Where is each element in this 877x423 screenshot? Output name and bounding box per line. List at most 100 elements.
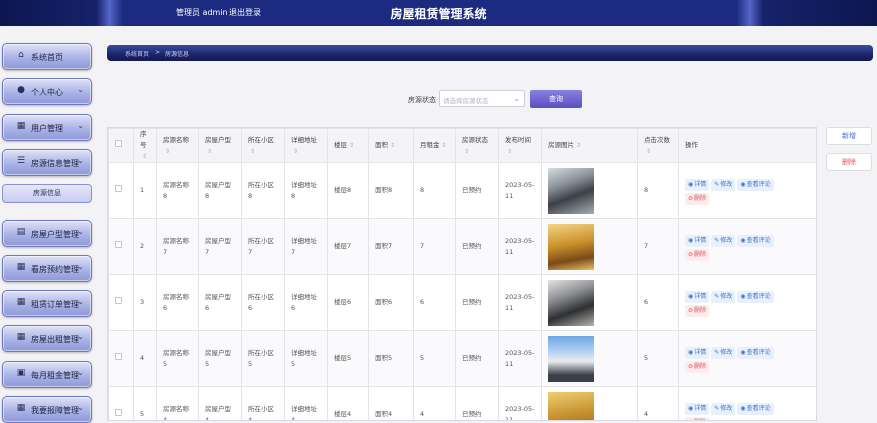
delete-button[interactable]: ⊘删除: [685, 416, 710, 420]
query-button[interactable]: 查询: [530, 90, 582, 108]
column-header-address[interactable]: 详细地址 ⇕: [284, 128, 328, 163]
sidebar-item[interactable]: ▦ 我要报障管理 ⌄: [2, 396, 92, 423]
sidebar-item[interactable]: ▣ 每月租金管理 ⌄: [2, 361, 92, 388]
status-filter-placeholder: 请选择房源状态: [443, 97, 489, 105]
column-header-published[interactable]: 发布时间 ⇕: [498, 128, 542, 163]
edit-button[interactable]: ✎修改: [711, 290, 736, 303]
delete-button[interactable]: ⊘删除: [685, 192, 710, 205]
column-header-area[interactable]: 面积 ⇕: [368, 128, 414, 163]
column-header-floor[interactable]: 楼层 ⇕: [327, 128, 369, 163]
calendar-icon: ▣: [16, 368, 26, 378]
sidebar-item-label: 租赁订单管理: [31, 300, 79, 309]
chevron-down-icon: ⌄: [77, 121, 84, 130]
sort-icon[interactable]: ⇕: [142, 153, 147, 160]
cell-actions: ◉详情✎修改◉查看评论 ⊘删除: [678, 162, 816, 219]
column-header-status[interactable]: 房源状态 ⇕: [455, 128, 499, 163]
edit-button[interactable]: ✎修改: [711, 178, 736, 191]
sidebar-item[interactable]: ▤ 房屋户型管理 ⌄: [2, 220, 92, 247]
view-reviews-button[interactable]: ◉查看评论: [737, 234, 774, 247]
eye-icon: ◉: [688, 180, 694, 188]
sort-icon[interactable]: ⇕: [576, 142, 581, 149]
column-header-photo[interactable]: 房源图片 ⇕: [541, 128, 638, 163]
sidebar-item[interactable]: ▦ 用户管理 ⌄: [2, 114, 92, 141]
table-row: 3 房源名称6 房屋户型6 所在小区6 详细地址6 楼层6 面积6 6 已预约 2023-05-1…: [108, 274, 816, 331]
sort-icon[interactable]: ⇕: [165, 148, 170, 155]
detail-button-label: 详情: [694, 404, 707, 412]
select-all-checkbox[interactable]: [115, 140, 122, 147]
edit-button[interactable]: ✎修改: [711, 234, 736, 247]
cell-status: 已预约: [455, 162, 499, 219]
cell-community: 所在小区8: [241, 162, 285, 219]
sort-icon[interactable]: ⇕: [250, 148, 255, 155]
detail-button[interactable]: ◉详情: [685, 290, 710, 303]
sidebar-item[interactable]: ▦ 房屋出租管理 ⌄: [2, 325, 92, 352]
add-button[interactable]: 新增: [826, 127, 872, 145]
column-header-label: 房源状态: [462, 135, 488, 144]
row-checkbox[interactable]: [115, 409, 122, 416]
sort-icon[interactable]: ⇕: [349, 142, 354, 149]
sidebar-subitem[interactable]: 房源信息: [2, 184, 92, 203]
listing-photo[interactable]: [548, 391, 594, 420]
row-checkbox[interactable]: [115, 185, 122, 192]
edit-button[interactable]: ✎修改: [711, 402, 736, 415]
column-header-community[interactable]: 所在小区 ⇕: [241, 128, 285, 163]
delete-button[interactable]: ⊘删除: [685, 248, 710, 261]
cell-clicks: 7: [637, 218, 679, 275]
row-checkbox[interactable]: [115, 297, 122, 304]
sidebar-item[interactable]: ⌂ 系统首页: [2, 43, 92, 70]
sort-icon[interactable]: ⇕: [293, 148, 298, 155]
sort-icon[interactable]: ⇕: [464, 148, 469, 155]
top-bar: 管理员 admin 退出登录 房屋租赁管理系统: [0, 0, 877, 26]
cell-status: 已预约: [455, 274, 499, 331]
delete-icon: ⊘: [688, 250, 694, 258]
row-checkbox[interactable]: [115, 241, 122, 248]
cell-layout: 房屋户型4: [198, 386, 242, 420]
sort-icon[interactable]: ⇕: [646, 148, 651, 155]
listing-photo[interactable]: [548, 223, 594, 270]
breadcrumb-separator: >: [155, 49, 161, 56]
view-reviews-button[interactable]: ◉查看评论: [737, 346, 774, 359]
cell-floor: 楼层4: [327, 386, 369, 420]
listing-photo[interactable]: [548, 167, 594, 214]
column-header-label: 点击次数: [644, 135, 670, 144]
sidebar-item[interactable]: ☰ 房源信息管理 ⌄: [2, 149, 92, 176]
sidebar-item[interactable]: ▦ 租赁订单管理 ⌄: [2, 290, 92, 317]
sidebar-item[interactable]: ● 个人中心 ⌄: [2, 78, 92, 105]
cell-area: 面积8: [368, 162, 414, 219]
batch-delete-button[interactable]: 删除: [826, 153, 872, 171]
column-header-label: 详细地址: [291, 135, 317, 144]
edit-button[interactable]: ✎修改: [711, 346, 736, 359]
column-header-layout[interactable]: 房屋户型 ⇕: [198, 128, 242, 163]
delete-button[interactable]: ⊘删除: [685, 360, 710, 373]
sort-icon[interactable]: ⇕: [390, 142, 395, 149]
detail-button[interactable]: ◉详情: [685, 234, 710, 247]
row-checkbox[interactable]: [115, 353, 122, 360]
listing-photo[interactable]: [548, 279, 594, 326]
detail-button[interactable]: ◉详情: [685, 178, 710, 191]
eye-icon: ◉: [688, 236, 694, 244]
sidebar-item[interactable]: ▦ 看房预约管理 ⌄: [2, 255, 92, 282]
sort-icon[interactable]: ⇕: [507, 148, 512, 155]
listing-photo[interactable]: [548, 335, 594, 382]
status-filter-select[interactable]: 请选择房源状态 ⌄: [439, 90, 525, 107]
sort-icon[interactable]: ⇕: [442, 142, 447, 149]
column-header-index[interactable]: 序号 ⇕: [133, 128, 157, 163]
column-header-clicks[interactable]: 点击次数 ⇕: [637, 128, 679, 163]
cell-index: 3: [133, 274, 157, 331]
sort-icon[interactable]: ⇕: [207, 148, 212, 155]
view-reviews-button[interactable]: ◉查看评论: [737, 178, 774, 191]
detail-button[interactable]: ◉详情: [685, 402, 710, 415]
column-header-label: 房屋户型: [205, 135, 231, 144]
detail-button[interactable]: ◉详情: [685, 346, 710, 359]
home-icon: ⌂: [18, 50, 24, 60]
breadcrumb-home[interactable]: 系统首页: [125, 49, 149, 58]
view-reviews-button[interactable]: ◉查看评论: [737, 402, 774, 415]
cell-photo: [541, 162, 638, 219]
cell-layout: 房屋户型5: [198, 330, 242, 387]
delete-button[interactable]: ⊘删除: [685, 304, 710, 317]
column-header-rent[interactable]: 月租金 ⇕: [413, 128, 456, 163]
column-header-name[interactable]: 房源名称 ⇕: [156, 128, 199, 163]
sidebar-item-label: 我要报障管理: [31, 406, 79, 415]
cell-actions: ◉详情✎修改◉查看评论 ⊘删除: [678, 330, 816, 387]
view-reviews-button[interactable]: ◉查看评论: [737, 290, 774, 303]
